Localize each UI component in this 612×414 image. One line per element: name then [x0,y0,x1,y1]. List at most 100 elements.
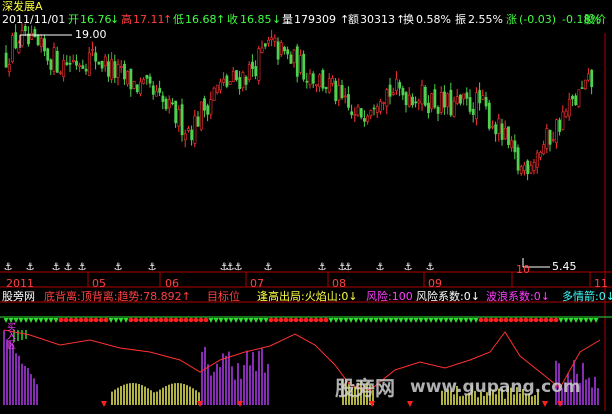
candle-body [142,79,146,84]
candle-body [238,77,242,89]
candle-body [14,32,18,49]
candle-body [481,95,485,100]
candle-body [209,99,213,115]
candle-body [132,81,136,89]
low-label: 低 [173,13,184,26]
candle-body [171,102,174,105]
candle-body [100,60,104,69]
band-triangle-green [218,318,224,323]
anchor-icon: ⚓ [344,262,353,273]
close-label: 收 [227,13,238,26]
band-triangle-green [428,318,434,323]
chart-canvas[interactable]: ⚓ ⚓ ⚓ ⚓ ⚓ ⚓ ⚓ ⚓⚓ ⚓ ⚓ ⚓ ⚓⚓ ⚓ ⚓ ⚓ [0,0,612,411]
band-triangle-green [398,318,404,323]
month-label: 05 [92,277,106,290]
candle-body [113,61,117,78]
band-triangle-green [473,318,479,323]
candle-body [539,152,542,158]
candle-body [558,119,562,132]
candle-body [49,59,53,70]
candle-body [308,73,312,86]
band-triangle-green [593,318,599,323]
band-dot-red [503,317,509,323]
indicator-site-label: 股旁网 [2,290,35,303]
candle-body [228,81,232,85]
candle-body [43,38,46,52]
band-dot-red [163,317,169,323]
band-triangle-green [243,318,249,323]
candle-body [487,102,491,129]
band-dot-red [143,317,149,323]
candle-body [353,114,357,117]
candle-body [155,90,158,97]
month-label: 06 [165,277,179,290]
indicator-item: 风险系数:0↓ [416,290,480,303]
band-dot-red [88,317,94,323]
band-triangle-green [368,318,374,323]
candle-body [379,101,382,112]
candle-body [276,41,280,60]
down-arrow-icon [542,401,548,407]
anchor-icon: ⚓ [148,262,157,273]
open-value: 16.76 [80,13,112,26]
high-marker: 19.00 [75,28,107,41]
up-arrow-icon: ↑ [163,13,173,26]
band-dot-red [308,317,314,323]
candle-body [55,51,59,73]
anchor-icon: ⚓ [26,262,35,273]
candle-body [84,68,88,72]
band-triangle-green [423,318,429,323]
down-arrow-icon [101,401,107,407]
candle-body [340,85,344,98]
band-triangle-green [43,318,49,323]
anchor-icon: ⚓ [64,262,73,273]
candle-body [331,78,334,84]
candle-body [206,105,210,115]
candle-body [446,93,450,107]
band-dot-red [533,317,539,323]
close-value: 16.85 [240,13,272,26]
candle-body [46,48,50,61]
candle-body [503,127,507,140]
band-dot-red [73,317,79,323]
candle-body [126,71,130,85]
indicator-item: 风险:100 [366,290,413,303]
anchor-icon: ⚓ [114,262,123,273]
candle-body [119,66,123,68]
band-triangle-green [343,318,349,323]
candle-body [433,89,437,108]
down-arrow-icon: ↓ [272,13,282,26]
candle-body [366,115,370,122]
candle-body [193,115,197,144]
band-dot-red [83,317,89,323]
band-dot-red [498,317,504,323]
candle-body [161,95,165,102]
band-triangle-green [558,318,564,323]
band-triangle-green [583,318,589,323]
band-triangle-green [33,318,39,323]
band-triangle-green [353,318,359,323]
band-dot-red [483,317,489,323]
candle-body [78,64,82,67]
band-triangle-green [358,318,364,323]
month-label: 08 [332,277,346,290]
band-triangle-green [413,318,419,323]
candle-body [510,140,514,148]
candle-body [235,70,238,81]
candle-body [564,110,568,117]
candle-body [459,94,462,104]
candle-body [356,106,360,116]
turnover-value: 0.58% [416,13,451,26]
candle-body [203,98,206,111]
candle-body [350,111,354,115]
band-dot-red [538,317,544,323]
indicator-item: 底背离:顶背离:趋势:78.892↑ [44,290,191,303]
candle-body [542,144,546,155]
candle-body [244,76,248,85]
band-dot-red [298,317,304,323]
band-triangle-green [443,318,449,323]
band-dot-red [478,317,484,323]
anchor-icon: ⚓ [376,262,385,273]
band-dot-red [203,317,209,323]
candle-body [398,82,402,89]
